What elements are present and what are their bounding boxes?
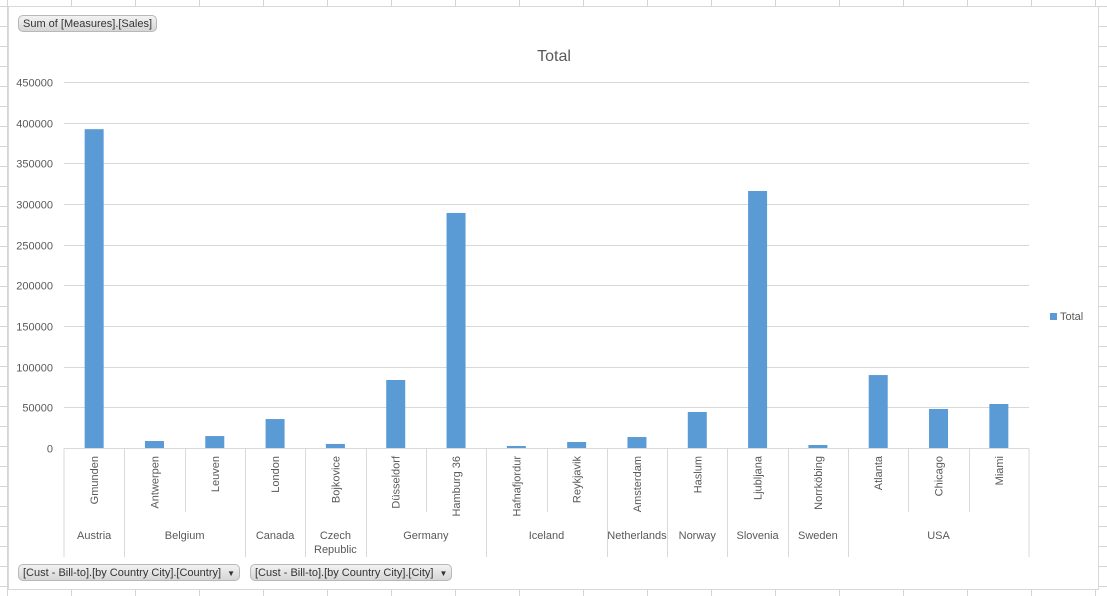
bar[interactable] bbox=[748, 190, 768, 448]
bars bbox=[84, 129, 1009, 448]
country-label: Czech bbox=[320, 530, 351, 542]
bar[interactable] bbox=[446, 212, 466, 448]
chart-canvas: 0 50000 100000 150000 200000 250000 300000 3500… bbox=[16, 48, 1083, 557]
pivot-chart[interactable]: 0 50000 100000 150000 200000 250000 300000 3500… bbox=[8, 6, 1099, 590]
bar[interactable] bbox=[506, 445, 526, 448]
legend[interactable]: Total bbox=[1050, 311, 1083, 323]
city-label: Atlanta bbox=[873, 455, 885, 490]
city-label: Amsterdam bbox=[632, 456, 644, 512]
bar[interactable] bbox=[808, 444, 828, 448]
city-label: Norrköbing bbox=[813, 456, 825, 510]
y-tick-label: 100000 bbox=[16, 363, 53, 375]
bar[interactable] bbox=[386, 380, 406, 448]
country-label: Slovenia bbox=[736, 530, 779, 542]
values-field-button[interactable]: Sum of [Measures].[Sales] bbox=[18, 15, 157, 32]
city-label: Gmunden bbox=[89, 456, 101, 504]
y-tick-label: 450000 bbox=[16, 78, 53, 90]
city-label: London bbox=[270, 456, 282, 493]
y-tick-label: 300000 bbox=[16, 200, 53, 212]
bar[interactable] bbox=[868, 375, 888, 448]
country-label: Republic bbox=[314, 544, 357, 556]
country-label: Norway bbox=[679, 530, 717, 542]
city-label: Ljubljana bbox=[753, 455, 765, 500]
city-label: Antwerpen bbox=[149, 456, 161, 509]
country-label: Iceland bbox=[529, 530, 564, 542]
bar[interactable] bbox=[84, 129, 104, 448]
chevron-down-icon[interactable]: ▼ bbox=[227, 565, 235, 582]
city-label: Hamburg 36 bbox=[451, 456, 463, 517]
country-label: Austria bbox=[77, 530, 112, 542]
country-label: Canada bbox=[256, 530, 295, 542]
city-label: Bojkovice bbox=[330, 456, 342, 503]
legend-swatch bbox=[1050, 313, 1057, 320]
y-tick-label: 150000 bbox=[16, 322, 53, 334]
bar[interactable] bbox=[144, 441, 164, 448]
country-field-button[interactable]: [Cust - Bill-to].[by Country City].[Coun… bbox=[18, 564, 240, 581]
bar[interactable] bbox=[627, 437, 647, 448]
y-tick-label: 50000 bbox=[22, 403, 53, 415]
x-axis-categories: Gmunden Antwerpen Leuven London Bojkovice Düs… bbox=[63, 448, 1030, 557]
legend-label: Total bbox=[1060, 311, 1083, 323]
city-label: Reykjavik bbox=[572, 456, 584, 504]
chevron-down-icon[interactable]: ▼ bbox=[439, 565, 447, 582]
country-field-label: [Cust - Bill-to].[by Country City].[Coun… bbox=[23, 567, 222, 579]
city-label: Hafnafjordur bbox=[511, 456, 523, 517]
bar[interactable] bbox=[205, 436, 225, 448]
bar[interactable] bbox=[989, 403, 1009, 448]
city-label: Chicago bbox=[934, 456, 946, 496]
y-tick-label: 0 bbox=[47, 444, 53, 456]
country-label: Sweden bbox=[798, 530, 838, 542]
country-label: Germany bbox=[403, 530, 449, 542]
bar[interactable] bbox=[265, 419, 285, 448]
bar[interactable] bbox=[325, 443, 345, 448]
y-tick-label: 400000 bbox=[16, 119, 53, 131]
city-field-label: [Cust - Bill-to].[by Country City].[City… bbox=[255, 567, 434, 579]
values-field-label: Sum of [Measures].[Sales] bbox=[23, 18, 152, 30]
y-tick-label: 200000 bbox=[16, 281, 53, 293]
bar[interactable] bbox=[567, 441, 587, 448]
y-axis-ticks: 0 50000 100000 150000 200000 250000 300000 3500… bbox=[16, 78, 53, 456]
country-label: Netherlands bbox=[607, 530, 667, 542]
bar[interactable] bbox=[687, 411, 707, 448]
country-label: USA bbox=[927, 530, 950, 542]
country-label: Belgium bbox=[165, 530, 205, 542]
city-label: Haslum bbox=[692, 456, 704, 493]
city-field-button[interactable]: [Cust - Bill-to].[by Country City].[City… bbox=[250, 564, 453, 582]
bar[interactable] bbox=[929, 408, 949, 448]
y-tick-label: 250000 bbox=[16, 241, 53, 253]
y-tick-label: 350000 bbox=[16, 159, 53, 171]
city-label: Miami bbox=[994, 456, 1006, 485]
chart-title: Total bbox=[537, 48, 571, 65]
city-label: Düsseldorf bbox=[391, 455, 403, 509]
city-label: Leuven bbox=[210, 456, 222, 492]
